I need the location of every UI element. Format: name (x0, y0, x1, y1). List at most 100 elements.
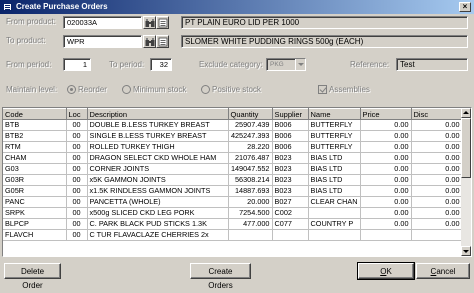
col-header-description[interactable]: Description (87, 108, 229, 120)
cell-loc[interactable]: 00 (66, 163, 88, 175)
cell-loc[interactable]: 00 (66, 152, 88, 164)
cell-description[interactable]: x5K GAMMON JOINTS (87, 174, 229, 186)
table-row[interactable]: BTB2 00 SINGLE B.LESS TURKEY BREAST 425247.… (3, 130, 463, 142)
cell-disc[interactable]: 0.00 (411, 218, 463, 230)
cell-supplier[interactable] (272, 229, 309, 241)
table-row[interactable]: PANC 00 PANCETTA (WHOLE) 20.000 B027 CLEAR CH… (3, 196, 463, 208)
cell-loc[interactable]: 00 (66, 229, 88, 241)
positive-stock-radio[interactable] (201, 85, 210, 94)
to-product-lookup-button[interactable] (143, 35, 156, 48)
cell-price[interactable]: 0.00 (360, 163, 412, 175)
reorder-radio[interactable] (67, 85, 76, 94)
cell-quantity[interactable]: 28.220 (228, 141, 273, 153)
cell-price[interactable]: 0.00 (360, 218, 412, 230)
cell-price[interactable]: 0.00 (360, 130, 412, 142)
cell-disc[interactable]: 0.00 (411, 152, 463, 164)
cell-quantity[interactable]: 14887.693 (228, 185, 273, 197)
cell-name[interactable]: BUTTERFLY (308, 130, 361, 142)
col-header-quantity[interactable]: Quantity (228, 108, 273, 120)
cell-description[interactable]: PANCETTA (WHOLE) (87, 196, 229, 208)
cell-name[interactable]: BUTTERFLY (308, 141, 361, 153)
cell-description[interactable]: SINGLE B.LESS TURKEY BREAST (87, 130, 229, 142)
cell-loc[interactable]: 00 (66, 141, 88, 153)
cell-description[interactable]: ROLLED TURKEY THIGH (87, 141, 229, 153)
cell-code[interactable]: PANC (3, 196, 67, 208)
cell-price[interactable]: 0.00 (360, 152, 412, 164)
cell-supplier[interactable]: B023 (272, 163, 309, 175)
cell-disc[interactable]: 0.00 (411, 141, 463, 153)
cell-code[interactable]: RTM (3, 141, 67, 153)
table-row[interactable]: BTB 00 DOUBLE B.LESS TURKEY BREAST 25907.43… (3, 119, 463, 131)
scroll-thumb[interactable] (461, 118, 471, 178)
cell-disc[interactable]: 0.00 (411, 119, 463, 131)
exclude-category-select[interactable]: PKG (266, 58, 306, 71)
cell-name[interactable]: BIAS LTD (308, 152, 361, 164)
from-product-browse-button[interactable] (156, 16, 169, 29)
cancel-button[interactable]: Cancel (416, 263, 470, 279)
cell-code[interactable]: FLAVCH (3, 229, 67, 241)
cell-name[interactable]: BIAS LTD (308, 174, 361, 186)
from-product-code-input[interactable]: 020033A (63, 16, 142, 29)
cell-description[interactable]: CORNER JOINTS (87, 163, 229, 175)
cell-code[interactable]: G05R (3, 185, 67, 197)
table-row[interactable]: FLAVCH 00 C TUR FLAVACLAZE CHERRIES 2x (3, 229, 463, 241)
col-header-supplier[interactable]: Supplier (272, 108, 309, 120)
cell-supplier[interactable]: B023 (272, 185, 309, 197)
cell-description[interactable]: C TUR FLAVACLAZE CHERRIES 2x (87, 229, 229, 241)
minimum-stock-radio[interactable] (122, 85, 131, 94)
cell-supplier[interactable]: C002 (272, 207, 309, 219)
reference-input[interactable]: Test (396, 58, 468, 71)
cell-name[interactable]: BIAS LTD (308, 185, 361, 197)
to-product-code-input[interactable]: WPR (63, 35, 142, 48)
cell-supplier[interactable]: C077 (272, 218, 309, 230)
cell-supplier[interactable]: B006 (272, 119, 309, 131)
table-row[interactable]: G03R 00 x5K GAMMON JOINTS 56308.214 B023 BIAS… (3, 174, 463, 186)
create-orders-button[interactable]: Create Orders (190, 263, 251, 290)
col-header-disc[interactable]: Disc (411, 108, 463, 120)
cell-price[interactable]: 0.00 (360, 174, 412, 186)
cell-description[interactable]: DRAGON SELECT CKD WHOLE HAM (87, 152, 229, 164)
cell-loc[interactable]: 00 (66, 207, 88, 219)
table-row[interactable]: G05R 00 x1.5K RINDLESS GAMMON JOINTS 14887.… (3, 185, 463, 197)
scroll-down-arrow-icon[interactable] (461, 246, 471, 256)
cell-quantity[interactable]: 149047.552 (228, 163, 273, 175)
table-row[interactable]: RTM 00 ROLLED TURKEY THIGH 28.220 B006 BUTTER… (3, 141, 463, 153)
close-button[interactable]: × (459, 2, 471, 12)
cell-description[interactable]: x1.5K RINDLESS GAMMON JOINTS (87, 185, 229, 197)
table-row[interactable]: CHAM 00 DRAGON SELECT CKD WHOLE HAM 21076.4… (3, 152, 463, 164)
cell-supplier[interactable]: B006 (272, 130, 309, 142)
cell-quantity[interactable]: 56308.214 (228, 174, 273, 186)
to-period-input[interactable]: 32 (150, 58, 172, 71)
cell-description[interactable]: x500g SLICED CKD LEG PORK (87, 207, 229, 219)
cell-code[interactable]: G03 (3, 163, 67, 175)
cell-loc[interactable]: 00 (66, 119, 88, 131)
cell-quantity[interactable]: 7254.500 (228, 207, 273, 219)
cell-supplier[interactable]: B023 (272, 152, 309, 164)
cell-quantity[interactable]: 425247.393 (228, 130, 273, 142)
cell-name[interactable]: BUTTERFLY (308, 119, 361, 131)
cell-name[interactable]: COUNTRY P (308, 218, 361, 230)
col-header-name[interactable]: Name (308, 108, 361, 120)
col-header-code[interactable]: Code (3, 108, 67, 120)
cell-loc[interactable]: 00 (66, 218, 88, 230)
cell-name[interactable] (308, 207, 361, 219)
col-header-price[interactable]: Price (360, 108, 412, 120)
cell-quantity[interactable]: 20.000 (228, 196, 273, 208)
ok-button[interactable]: OK (357, 262, 415, 280)
cell-supplier[interactable]: B006 (272, 141, 309, 153)
cell-price[interactable] (360, 229, 412, 241)
cell-name[interactable]: BIAS LTD (308, 163, 361, 175)
grid-vertical-scrollbar[interactable] (461, 108, 471, 256)
cell-disc[interactable]: 0.00 (411, 130, 463, 142)
to-product-browse-button[interactable] (156, 35, 169, 48)
cell-quantity[interactable] (228, 229, 273, 241)
cell-code[interactable]: BLPCP (3, 218, 67, 230)
cell-loc[interactable]: 00 (66, 185, 88, 197)
cell-description[interactable]: C. PARK BLACK PUD STICKS 1.3K (87, 218, 229, 230)
table-row[interactable]: G03 00 CORNER JOINTS 149047.552 B023 BIAS LTD… (3, 163, 463, 175)
cell-price[interactable]: 0.00 (360, 141, 412, 153)
cell-disc[interactable] (411, 229, 463, 241)
cell-loc[interactable]: 00 (66, 196, 88, 208)
from-period-input[interactable]: 1 (63, 58, 91, 71)
cell-disc[interactable]: 0.00 (411, 196, 463, 208)
